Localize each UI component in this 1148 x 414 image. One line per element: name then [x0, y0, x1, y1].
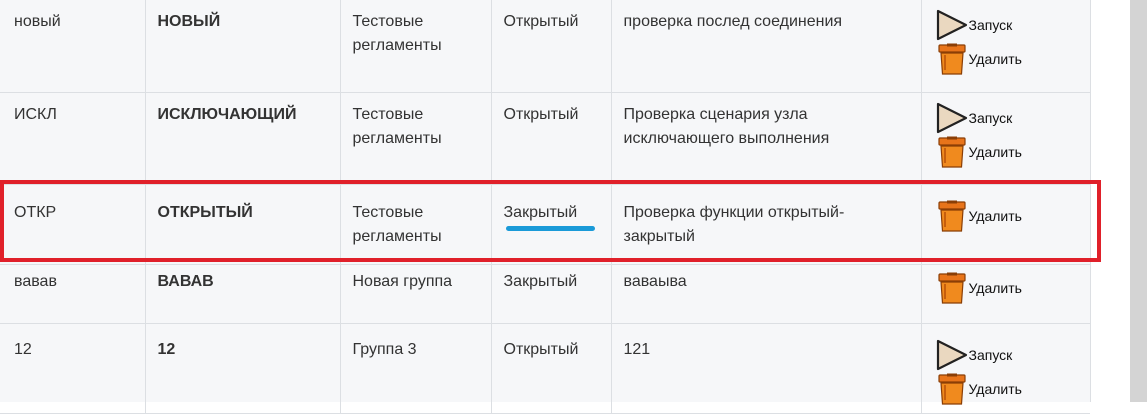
delete-button[interactable]: Удалить: [936, 199, 1091, 233]
cell-actions: Запуск Удалить: [920, 92, 1091, 185]
delete-button[interactable]: Удалить: [936, 42, 1091, 76]
trash-icon: [937, 200, 966, 232]
table-row[interactable]: ОТКР ОТКРЫТЫЙ Тестовые регламенты Закрыт…: [0, 184, 1091, 265]
run-label: Запуск: [968, 109, 1013, 126]
cell-status: Открытый: [490, 0, 611, 93]
scrollbar-thumb[interactable]: [1130, 0, 1147, 402]
cell-code: 12: [0, 323, 145, 414]
cell-group: Тестовые регламенты: [339, 0, 491, 93]
trash-icon: [937, 373, 966, 405]
cell-description: Проверка сценария узла исключающего выпо…: [610, 92, 921, 185]
cell-name: ИСКЛЮЧАЮЩИЙ: [144, 92, 340, 185]
status-underline-annotation: [506, 226, 595, 231]
cell-description: Проверка функции открытый-закрытый: [610, 184, 921, 265]
cell-group: Тестовые регламенты: [339, 92, 491, 185]
cell-description: ваваыва: [610, 264, 921, 324]
cell-code: ОТКР: [0, 184, 145, 265]
cell-name: 12: [144, 323, 340, 414]
cell-code: вавав: [0, 264, 145, 324]
delete-label: Удалить: [968, 51, 1022, 67]
cell-name: НОВЫЙ: [144, 0, 340, 93]
cell-status: Закрытый: [490, 264, 611, 324]
play-icon: [936, 9, 967, 41]
delete-button[interactable]: Удалить: [936, 271, 1091, 305]
delete-button[interactable]: Удалить: [936, 372, 1091, 406]
delete-label: Удалить: [968, 380, 1022, 397]
cell-group: Группа 3: [339, 323, 491, 414]
run-label: Запуск: [968, 17, 1013, 33]
table-row[interactable]: новый НОВЫЙ Тестовые регламенты Открытый…: [0, 0, 1091, 93]
trash-icon: [937, 136, 966, 168]
cell-actions: Удалить: [920, 184, 1091, 265]
trash-icon: [937, 43, 966, 75]
cell-code: новый: [0, 0, 145, 93]
cell-actions: Удалить: [920, 264, 1091, 324]
table-row[interactable]: 12 12 Группа 3 Открытый 121 Запуск Удали…: [0, 323, 1091, 414]
cell-group: Тестовые регламенты: [339, 184, 491, 265]
trash-icon: [937, 272, 966, 304]
cell-group: Новая группа: [339, 264, 491, 324]
delete-label: Удалить: [968, 143, 1022, 160]
run-label: Запуск: [968, 346, 1013, 363]
cell-actions: Запуск Удалить: [920, 323, 1091, 414]
cell-description: проверка послед соединения: [610, 0, 921, 93]
play-icon: [936, 339, 967, 370]
table-row[interactable]: ИСКЛ ИСКЛЮЧАЮЩИЙ Тестовые регламенты Отк…: [0, 92, 1091, 185]
regulations-table-grid: новый НОВЫЙ Тестовые регламенты Открытый…: [0, 0, 1090, 414]
delete-label: Удалить: [968, 207, 1022, 224]
table-row[interactable]: вавав ВАВАВ Новая группа Закрытый ваваыв…: [0, 264, 1091, 324]
cell-code: ИСКЛ: [0, 92, 145, 185]
run-button[interactable]: Запуск: [936, 101, 1091, 135]
cell-actions: Запуск Удалить: [920, 0, 1091, 93]
cell-status: Закрытый: [490, 184, 611, 265]
cell-name: ВАВАВ: [144, 264, 340, 324]
delete-button[interactable]: Удалить: [936, 135, 1091, 169]
cell-status: Открытый: [490, 323, 611, 414]
run-button[interactable]: Запуск: [936, 8, 1091, 42]
regulations-table: новый НОВЫЙ Тестовые регламенты Открытый…: [0, 0, 1091, 414]
cell-status: Открытый: [490, 92, 611, 185]
run-button[interactable]: Запуск: [936, 338, 1091, 372]
cell-name: ОТКРЫТЫЙ: [144, 184, 340, 265]
delete-label: Удалить: [968, 279, 1022, 296]
cell-description: 121: [610, 323, 921, 414]
play-icon: [936, 102, 967, 133]
